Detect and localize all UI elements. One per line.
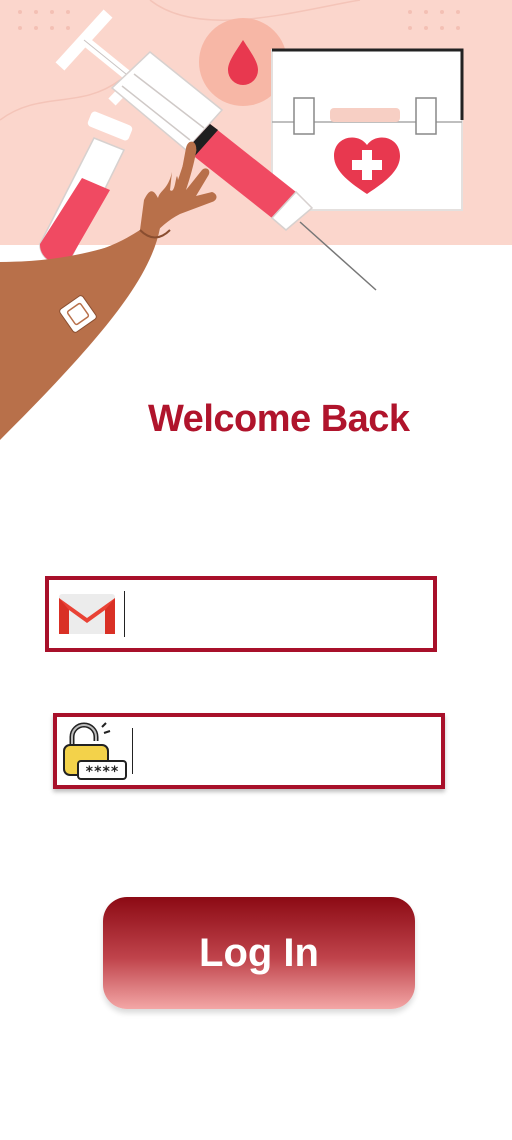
masked-password-label: ****: [85, 764, 119, 780]
arm-illustration: [0, 141, 217, 440]
email-field[interactable]: [45, 576, 437, 652]
padlock-password-icon: ****: [62, 722, 127, 780]
email-input[interactable]: [125, 580, 433, 648]
first-aid-kit-icon: [271, 48, 464, 211]
email-icon-container: [49, 580, 124, 648]
login-button[interactable]: Log In: [103, 897, 415, 1009]
password-field[interactable]: ****: [53, 713, 445, 789]
test-tube-icon: [39, 111, 133, 264]
gmail-icon: [58, 594, 115, 634]
blood-donation-illustration: [0, 0, 464, 440]
page-title: Welcome Back: [148, 398, 410, 440]
password-input[interactable]: [133, 717, 441, 785]
login-screen: Welcome Back **** Log In: [0, 0, 512, 1140]
password-icon-container: ****: [57, 717, 132, 785]
